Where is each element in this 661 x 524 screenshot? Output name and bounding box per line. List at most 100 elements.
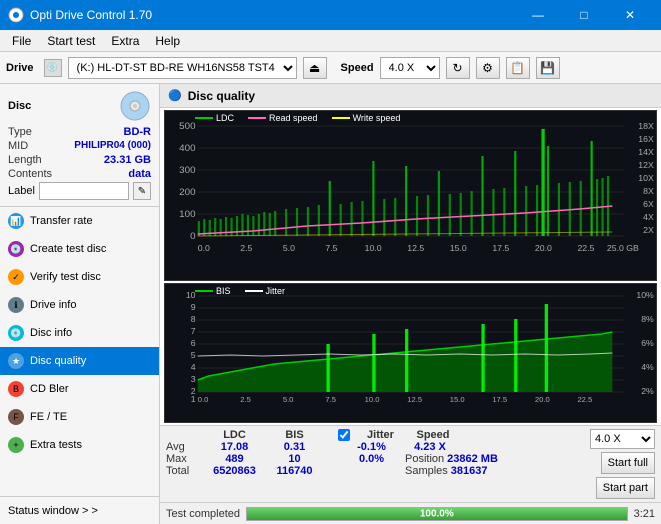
stats-jitter-header: Jitter — [353, 429, 408, 441]
label-input[interactable] — [39, 182, 129, 200]
svg-text:22.5: 22.5 — [577, 395, 592, 404]
settings-button[interactable]: ⚙ — [476, 57, 500, 79]
svg-text:18X: 18X — [638, 121, 654, 131]
svg-text:5.0: 5.0 — [283, 243, 295, 253]
mid-value: PHILIPR04 (000) — [74, 140, 151, 152]
nav-create-test-disc[interactable]: 💿 Create test disc — [0, 235, 159, 263]
stats-area: LDC BIS Jitter Speed Avg 17.08 0.31 — [160, 425, 661, 502]
copy-button[interactable]: 📋 — [506, 57, 530, 79]
legend-ldc-label: LDC — [216, 113, 234, 123]
svg-text:0.0: 0.0 — [198, 243, 210, 253]
svg-text:8: 8 — [191, 314, 196, 324]
svg-text:4: 4 — [191, 362, 196, 372]
cd-bler-icon: B — [8, 381, 24, 397]
top-chart-legend: LDC Read speed Write speed — [195, 113, 400, 123]
menu-extra[interactable]: Extra — [103, 32, 147, 50]
max-ldc: 489 — [202, 453, 267, 465]
position-group: Position 23862 MB — [405, 453, 498, 465]
app-title: Opti Drive Control 1.70 — [30, 8, 515, 22]
avg-jitter: -0.1% — [338, 441, 405, 453]
menu-help[interactable]: Help — [147, 32, 188, 50]
maximize-button[interactable]: □ — [561, 0, 607, 30]
nav-disc-info-label: Disc info — [30, 327, 72, 339]
svg-text:4X: 4X — [643, 212, 654, 222]
legend-jitter: Jitter — [245, 286, 286, 296]
svg-text:2%: 2% — [641, 386, 654, 396]
stats-bis-header: BIS — [267, 429, 322, 441]
position-label: Position — [405, 453, 444, 465]
write-speed-color — [332, 117, 350, 119]
svg-text:17.5: 17.5 — [492, 243, 509, 253]
svg-text:300: 300 — [179, 164, 195, 175]
svg-text:16X: 16X — [638, 134, 654, 144]
nav-fe-te-label: FE / TE — [30, 411, 67, 423]
svg-text:0.0: 0.0 — [198, 395, 209, 404]
nav-drive-info[interactable]: ℹ Drive info — [0, 291, 159, 319]
speed-dropdown[interactable]: 4.0 X 1.0 X 2.0 X 6.0 X — [590, 429, 655, 449]
refresh-button[interactable]: ↻ — [446, 57, 470, 79]
main-layout: Disc Type BD-R MID PHILIPR04 (000) Leng — [0, 84, 661, 524]
legend-write-speed-label: Write speed — [353, 113, 401, 123]
start-full-button[interactable]: Start full — [601, 452, 655, 474]
jitter-checkbox[interactable] — [338, 429, 350, 441]
nav-verify-test-disc[interactable]: ✓ Verify test disc — [0, 263, 159, 291]
svg-text:12X: 12X — [638, 160, 654, 170]
svg-text:10.0: 10.0 — [365, 243, 382, 253]
svg-text:8X: 8X — [643, 186, 654, 196]
status-window-button[interactable]: Status window > > — [0, 496, 159, 524]
close-button[interactable]: ✕ — [607, 0, 653, 30]
disc-length-row: Length 23.31 GB — [8, 154, 151, 166]
nav-disc-info[interactable]: 💿 Disc info — [0, 319, 159, 347]
legend-bis-label: BIS — [216, 286, 231, 296]
transfer-rate-icon: 📊 — [8, 213, 24, 229]
disc-header: Disc — [8, 90, 151, 122]
svg-text:100: 100 — [179, 208, 195, 219]
type-label: Type — [8, 126, 32, 138]
svg-text:500: 500 — [179, 120, 195, 131]
status-window-label: Status window > > — [8, 505, 98, 517]
svg-text:2X: 2X — [643, 225, 654, 235]
verify-test-disc-icon: ✓ — [8, 269, 24, 285]
svg-text:4%: 4% — [641, 362, 654, 372]
speed-select[interactable]: 4.0 X 1.0 X 2.0 X 6.0 X 8.0 X — [380, 57, 440, 79]
menu-file[interactable]: File — [4, 32, 39, 50]
start-part-button[interactable]: Start part — [596, 477, 655, 499]
nav-cd-bler-label: CD Bler — [30, 383, 69, 395]
nav-items: 📊 Transfer rate 💿 Create test disc ✓ Ver… — [0, 207, 159, 496]
save-button[interactable]: 💾 — [536, 57, 560, 79]
avg-label: Avg — [166, 441, 202, 453]
svg-text:12.5: 12.5 — [407, 395, 422, 404]
ldc-chart: LDC Read speed Write speed — [164, 110, 657, 281]
nav-fe-te[interactable]: F FE / TE — [0, 403, 159, 431]
right-controls: 4.0 X 1.0 X 2.0 X 6.0 X Start full Start… — [590, 429, 655, 499]
minimize-button[interactable]: — — [515, 0, 561, 30]
legend-read-speed: Read speed — [248, 113, 318, 123]
legend-write-speed: Write speed — [332, 113, 401, 123]
svg-text:17.5: 17.5 — [492, 395, 507, 404]
menu-start-test[interactable]: Start test — [39, 32, 103, 50]
nav-cd-bler[interactable]: B CD Bler — [0, 375, 159, 403]
drive-select[interactable]: (K:) HL-DT-ST BD-RE WH16NS58 TST4 — [68, 57, 297, 79]
eject-button[interactable]: ⏏ — [303, 57, 327, 79]
app-icon — [8, 7, 24, 23]
fe-te-icon: F — [8, 409, 24, 425]
bis-chart: BIS Jitter — [164, 283, 657, 423]
progress-percent: 100.0% — [420, 508, 454, 519]
disc-label-row: Label ✎ — [8, 182, 151, 200]
disc-info-icon: 💿 — [8, 325, 24, 341]
label-edit-button[interactable]: ✎ — [133, 182, 151, 200]
nav-transfer-rate-label: Transfer rate — [30, 215, 93, 227]
nav-disc-quality[interactable]: ★ Disc quality — [0, 347, 159, 375]
disc-section-title: Disc — [8, 100, 31, 112]
nav-extra-tests[interactable]: + Extra tests — [0, 431, 159, 459]
max-bis: 10 — [267, 453, 322, 465]
svg-text:25.0 GB: 25.0 GB — [607, 243, 639, 253]
nav-transfer-rate[interactable]: 📊 Transfer rate — [0, 207, 159, 235]
stats-main-row: LDC BIS Jitter Speed Avg 17.08 0.31 — [166, 429, 655, 499]
disc-contents-row: Contents data — [8, 168, 151, 180]
svg-text:14X: 14X — [638, 147, 654, 157]
svg-text:15.0: 15.0 — [450, 243, 467, 253]
disc-image-icon — [119, 90, 151, 122]
disc-type-row: Type BD-R — [8, 126, 151, 138]
title-bar: Opti Drive Control 1.70 — □ ✕ — [0, 0, 661, 30]
